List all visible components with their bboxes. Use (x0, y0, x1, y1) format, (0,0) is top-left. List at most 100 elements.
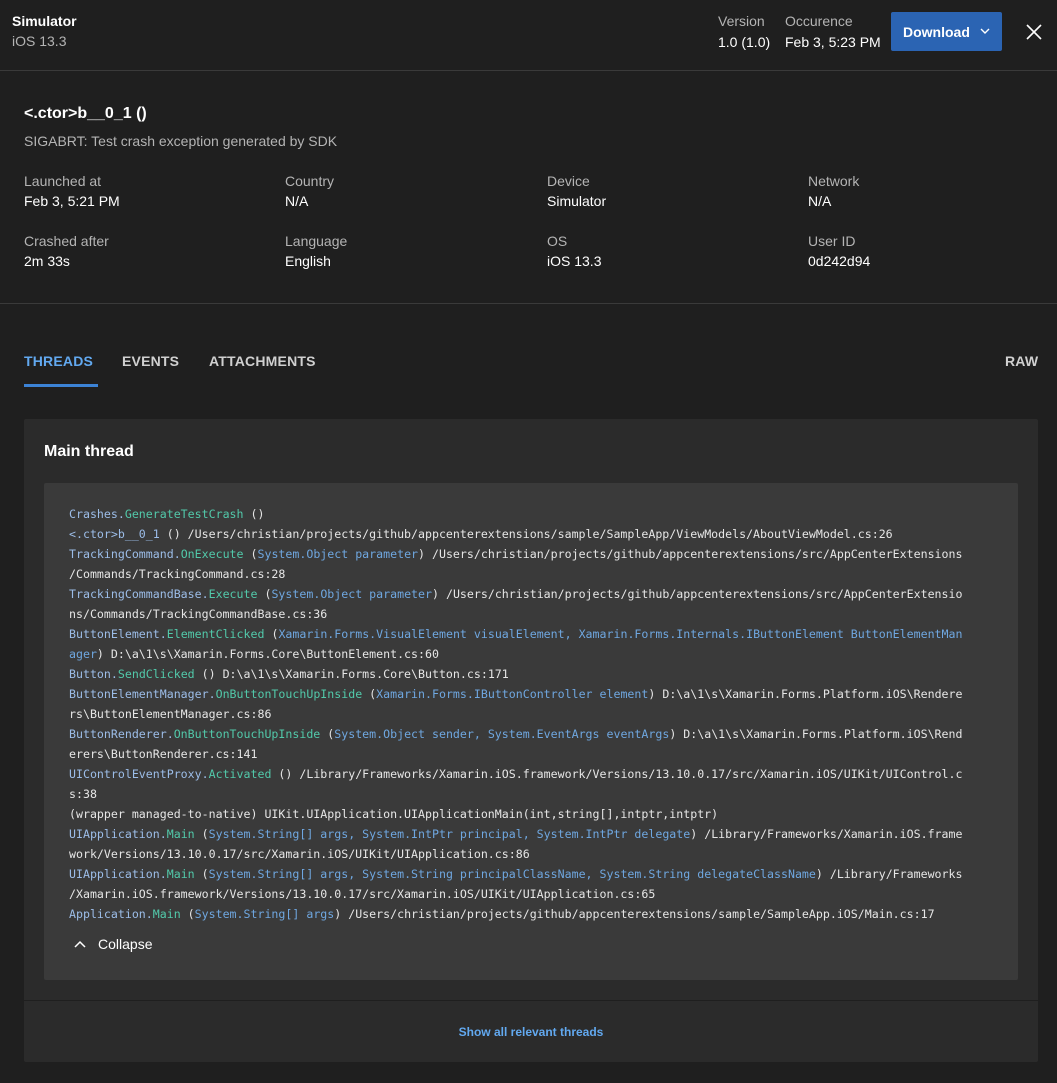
launched-at-label: Launched at (24, 173, 102, 189)
chevron-down-icon (980, 28, 990, 34)
stack-frame-segment: TrackingCommand. (69, 547, 181, 561)
stack-frame-segment: OnExecute (180, 547, 244, 561)
stack-frame-segment: () /Library/Frameworks/Xamarin.iOS.frame… (271, 767, 963, 781)
stack-frame-line: erers\ButtonRenderer.cs:141 (69, 744, 999, 764)
os-value: iOS 13.3 (547, 253, 602, 269)
stack-frame-segment: Xamarin.Forms.VisualElement visualElemen… (278, 627, 963, 641)
stack-frame-segment: ) /Library/Frameworks/Xamarin.iOS.frame (690, 827, 963, 841)
stack-frame-segment: Main (152, 907, 181, 921)
device-os: iOS 13.3 (12, 33, 67, 49)
stack-frame-segment: ( (264, 627, 279, 641)
stack-frame-line: ButtonRenderer.OnButtonTouchUpInside (Sy… (69, 724, 999, 744)
user-id-value: 0d242d94 (808, 253, 871, 269)
stack-frame-segment: Main (166, 867, 195, 881)
tab-threads[interactable]: THREADS (24, 353, 93, 369)
thread-panel: Main thread Crashes.GenerateTestCrash ()… (24, 419, 1038, 1062)
stack-frame-segment: System.Object sender, System.EventArgs e… (334, 727, 670, 741)
stack-frame-segment: ) D:\a\1\s\Xamarin.Forms.Platform.iOS\Re… (648, 687, 963, 701)
stack-frame-line: /Commands/TrackingCommand.cs:28 (69, 564, 999, 584)
device: Device Simulator (547, 173, 606, 209)
country-value: N/A (285, 193, 309, 209)
stack-frame-line: Crashes.GenerateTestCrash () (69, 504, 999, 524)
stack-frame-segment: SendClicked (117, 667, 195, 681)
tab-attachments[interactable]: ATTACHMENTS (209, 353, 316, 369)
stack-frame-segment: TrackingCommandBase. (69, 587, 209, 601)
stack-frame-line: UIApplication.Main (System.String[] args… (69, 864, 999, 884)
stack-frame-segment: () /Users/christian/projects/github/appc… (159, 527, 893, 541)
chevron-up-icon (74, 940, 86, 948)
stack-frame-segment: ) /Library/Frameworks (815, 867, 963, 881)
version-label: Version (718, 13, 765, 29)
stack-frame-segment: rs\ButtonElementManager.cs:86 (69, 707, 272, 721)
language: Language English (285, 233, 347, 269)
show-all-threads-link[interactable]: Show all relevant threads (24, 1025, 1038, 1039)
stack-frame-segment: ElementClicked (166, 627, 265, 641)
tab-events[interactable]: EVENTS (122, 353, 179, 369)
user-id: User ID 0d242d94 (808, 233, 870, 269)
stack-frame-segment: ( (180, 907, 195, 921)
launched-at: Launched at Feb 3, 5:21 PM (24, 173, 120, 209)
stack-frame-segment: System.String[] args (194, 907, 335, 921)
language-label: Language (285, 233, 348, 249)
stack-frame-segment: ( (194, 827, 209, 841)
language-value: English (285, 253, 331, 269)
stack-frame-segment: ( (257, 587, 272, 601)
version-block: Version 1.0 (1.0) (718, 13, 770, 50)
stack-frame-segment: Button. (69, 667, 118, 681)
stack-frame-line: TrackingCommandBase.Execute (System.Obje… (69, 584, 999, 604)
stack-frame-line: rs\ButtonElementManager.cs:86 (69, 704, 999, 724)
stack-frame-segment: System.String[] args, System.String prin… (208, 867, 816, 881)
stack-trace: Crashes.GenerateTestCrash () <.ctor>b__0_… (44, 483, 1018, 980)
collapse-button[interactable]: Collapse (74, 936, 152, 952)
stack-frame-line: TrackingCommand.OnExecute (System.Object… (69, 544, 999, 564)
launched-at-value: Feb 3, 5:21 PM (24, 193, 120, 209)
stack-frame-segment: OnButtonTouchUpInside (173, 727, 321, 741)
crash-title: <.ctor>b__0_1 () (24, 105, 147, 122)
stack-frame-segment: ) D:\a\1\s\Xamarin.Forms.Core\ButtonElem… (96, 647, 439, 661)
stack-trace-lines: Crashes.GenerateTestCrash () <.ctor>b__0_… (69, 504, 999, 924)
stack-frame-segment: ) /Users/christian/projects/github/appce… (334, 907, 935, 921)
stack-frame-segment: () D:\a\1\s\Xamarin.Forms.Core\Button.cs… (194, 667, 509, 681)
stack-frame-line: /Xamarin.iOS.framework/Versions/13.10.0.… (69, 884, 999, 904)
occurrence-block: Occurence Feb 3, 5:23 PM (785, 13, 881, 50)
download-button[interactable]: Download (891, 12, 1002, 51)
panel-divider (24, 1000, 1038, 1001)
network-label: Network (808, 173, 860, 189)
stack-frame-segment: Execute (208, 587, 258, 601)
country: Country N/A (285, 173, 334, 209)
occurrence-value: Feb 3, 5:23 PM (785, 34, 881, 50)
stack-frame-segment: ) /Users/christian/projects/github/appce… (418, 547, 963, 561)
stack-frame-segment: s:38 (69, 787, 97, 801)
os-label: OS (547, 233, 568, 249)
stack-frame-line: UIApplication.Main (System.String[] args… (69, 824, 999, 844)
stack-frame-segment: ( (194, 867, 209, 881)
raw-button[interactable]: RAW (1005, 353, 1038, 369)
user-id-label: User ID (808, 233, 856, 249)
stack-frame-segment: ButtonRenderer. (69, 727, 174, 741)
stack-frame-line: (wrapper managed-to-native) UIKit.UIAppl… (69, 804, 999, 824)
stack-frame-segment: ButtonElement. (69, 627, 167, 641)
occurrence-label: Occurence (785, 13, 853, 29)
stack-frame-segment: ) D:\a\1\s\Xamarin.Forms.Platform.iOS\Re… (669, 727, 963, 741)
stack-frame-segment: Xamarin.Forms.IButtonController element (376, 687, 649, 701)
stack-frame-segment: System.Object parameter (271, 587, 432, 601)
stack-frame-line: ager) D:\a\1\s\Xamarin.Forms.Core\Button… (69, 644, 999, 664)
stack-frame-segment: System.Object parameter (257, 547, 419, 561)
stack-frame-segment: Crashes. (69, 507, 125, 521)
network-value: N/A (808, 193, 832, 209)
stack-frame-line: Application.Main (System.String[] args) … (69, 904, 999, 924)
stack-frame-segment: (wrapper managed-to-native) UIKit.UIAppl… (69, 807, 719, 821)
stack-frame-line: work/Versions/13.10.0.17/src/Xamarin.iOS… (69, 844, 999, 864)
stack-frame-segment: () (243, 507, 265, 521)
close-icon[interactable] (1024, 22, 1044, 42)
stack-frame-line: <.ctor>b__0_1 () /Users/christian/projec… (69, 524, 999, 544)
stack-frame-line: UIControlEventProxy.Activated () /Librar… (69, 764, 999, 784)
stack-frame-line: ButtonElementManager.OnButtonTouchUpInsi… (69, 684, 999, 704)
top-bar: Simulator iOS 13.3 Version 1.0 (1.0) Occ… (0, 0, 1057, 71)
stack-frame-segment: UIControlEventProxy. (69, 767, 209, 781)
device-value: Simulator (547, 193, 607, 209)
stack-frame-segment: <.ctor>b__0_1 (69, 527, 160, 541)
thread-title: Main thread (44, 443, 134, 460)
section-divider (0, 303, 1057, 304)
stack-frame-segment: UIApplication. (69, 867, 167, 881)
